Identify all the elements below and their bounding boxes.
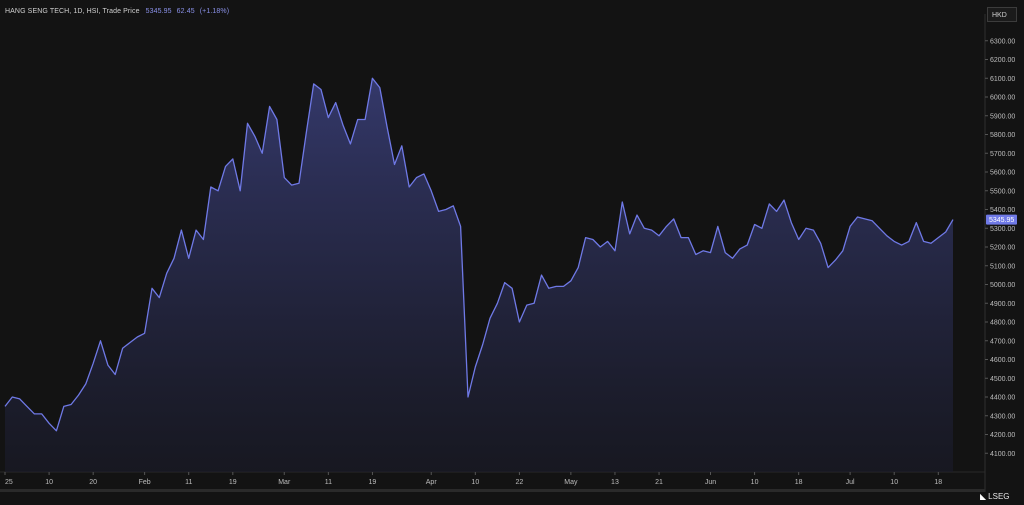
y-tick-label: 5100.00 xyxy=(990,263,1015,270)
y-tick-label: 4900.00 xyxy=(990,301,1015,308)
chart-frame: 6300.00 6200.00 6100.00 6000.00 5900.00 5800.… xyxy=(0,0,1024,505)
y-tick-label: 5000.00 xyxy=(990,282,1015,289)
price-change-pct: (+1.18%) xyxy=(199,8,230,15)
x-tick-label: 13 xyxy=(611,479,619,486)
y-tick-label: 4700.00 xyxy=(990,338,1015,345)
brand-logo: ◣ LSEG xyxy=(980,492,1010,504)
price-change: 62.45 xyxy=(176,8,195,15)
last-price: 5345.95 xyxy=(145,8,172,15)
y-tick-label: 5400.00 xyxy=(990,207,1015,214)
x-tick-label: 22 xyxy=(516,479,524,486)
brand-name: LSEG xyxy=(988,492,1010,501)
y-tick-label: 5600.00 xyxy=(990,170,1015,177)
y-tick-label: 4100.00 xyxy=(990,451,1015,458)
x-tick-label: 19 xyxy=(229,479,237,486)
instrument-title: HANG SENG TECH, 1D, HSI, Trade Price xyxy=(5,8,140,15)
y-tick-label: 4500.00 xyxy=(990,376,1015,383)
time-scrollbar[interactable] xyxy=(0,489,985,492)
y-tick-label: 4300.00 xyxy=(990,413,1015,420)
x-tick-label: 10 xyxy=(751,479,759,486)
y-tick-label: 5500.00 xyxy=(990,188,1015,195)
x-tick-label: 18 xyxy=(934,479,942,486)
last-price-tag-label: 5345.95 xyxy=(989,217,1014,224)
x-tick-label: 20 xyxy=(89,479,97,486)
x-tick-label: Mar xyxy=(278,479,291,486)
x-tick-label: Apr xyxy=(426,479,438,486)
x-tick-label: 18 xyxy=(795,479,803,486)
x-tick-label: 19 xyxy=(369,479,377,486)
y-tick-label: 5700.00 xyxy=(990,151,1015,158)
x-tick-label: Jul xyxy=(846,479,855,486)
lseg-mark-icon: ◣ xyxy=(980,492,987,501)
y-tick-label: 6300.00 xyxy=(990,38,1015,45)
y-tick-label: 5300.00 xyxy=(990,226,1015,233)
y-tick-label: 5800.00 xyxy=(990,132,1015,139)
y-tick-label: 6100.00 xyxy=(990,76,1015,83)
y-tick-label: 4800.00 xyxy=(990,320,1015,327)
x-tick-label: Feb xyxy=(139,479,151,486)
x-tick-label: 11 xyxy=(325,479,332,486)
y-tick-label: 4400.00 xyxy=(990,395,1015,402)
currency-button[interactable]: HKD xyxy=(987,7,1017,22)
price-chart[interactable]: 6300.00 6200.00 6100.00 6000.00 5900.00 5800.… xyxy=(0,0,1024,505)
x-tick-label: May xyxy=(564,479,578,486)
y-tick-label: 5200.00 xyxy=(990,245,1015,252)
y-tick-label: 6000.00 xyxy=(990,95,1015,102)
y-tick-label: 4600.00 xyxy=(990,357,1015,364)
x-tick-label: 25 xyxy=(5,479,13,486)
x-tick-label: 10 xyxy=(45,479,53,486)
y-tick-label: 6200.00 xyxy=(990,57,1015,64)
chart-header: HANG SENG TECH, 1D, HSI, Trade Price 534… xyxy=(5,8,229,22)
y-axis[interactable]: 6300.00 6200.00 6100.00 6000.00 5900.00 5800.… xyxy=(985,38,1017,458)
y-tick-label: 4200.00 xyxy=(990,432,1015,439)
x-tick-label: 11 xyxy=(185,479,192,486)
y-tick-label: 5900.00 xyxy=(990,113,1015,120)
x-tick-label: 10 xyxy=(471,479,479,486)
x-tick-label: 21 xyxy=(655,479,663,486)
x-tick-label: Jun xyxy=(705,479,716,486)
x-tick-label: 10 xyxy=(890,479,898,486)
